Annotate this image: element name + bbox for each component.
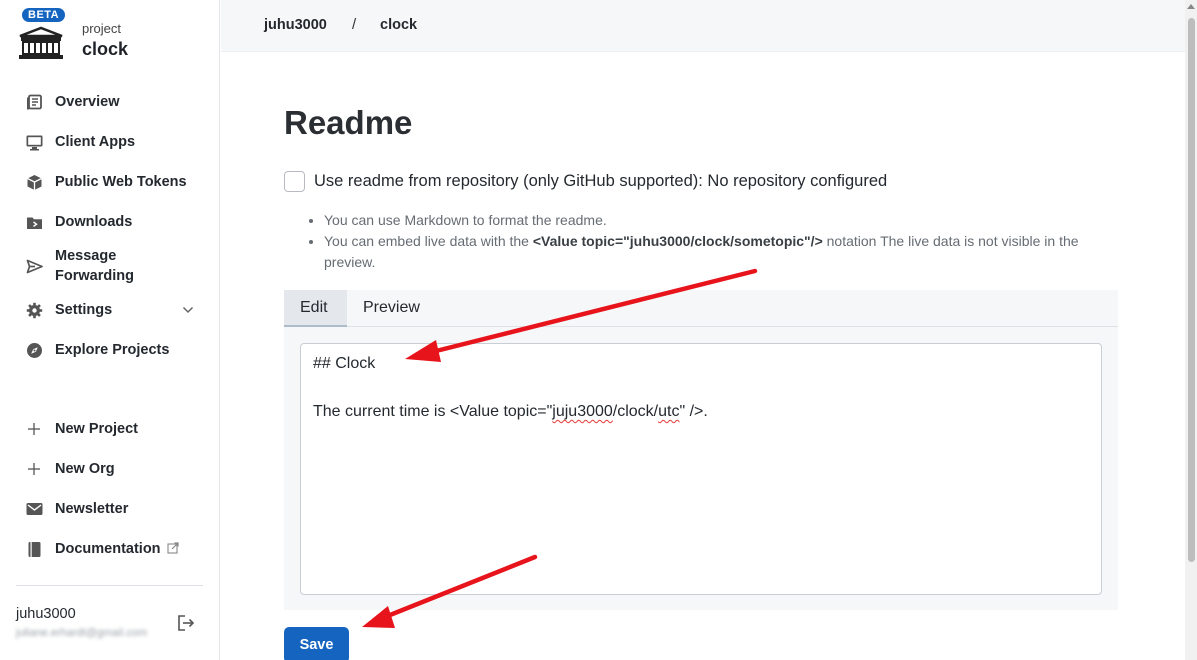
logout-icon[interactable] xyxy=(176,614,198,634)
page-scrollbar[interactable] xyxy=(1185,0,1197,660)
hint-live-data: You can embed live data with the <Value … xyxy=(324,231,1116,273)
readme-textarea[interactable]: ## Clock The current time is <Value topi… xyxy=(300,343,1102,595)
sidebar-item-client-apps[interactable]: Client Apps xyxy=(16,122,204,162)
sidebar-item-label: Public Web Tokens xyxy=(55,174,187,190)
sidebar-item-label: New Org xyxy=(55,461,115,477)
scroll-up-arrow-icon[interactable] xyxy=(1187,4,1195,9)
send-icon xyxy=(25,257,43,275)
hint-text: You can embed live data with the xyxy=(324,233,533,249)
save-button[interactable]: Save xyxy=(284,627,349,660)
breadcrumb-project[interactable]: clock xyxy=(380,17,417,33)
sidebar-item-newsletter[interactable]: Newsletter xyxy=(16,489,204,529)
hint-text: You can use Markdown to format the readm… xyxy=(324,212,607,228)
use-repo-readme-checkbox[interactable] xyxy=(284,171,305,192)
hint-markdown: You can use Markdown to format the readm… xyxy=(324,210,1116,231)
tab-preview[interactable]: Preview xyxy=(347,290,436,327)
sidebar-item-label: Newsletter xyxy=(55,501,129,517)
sidebar-item-message-forwarding[interactable]: Message Forwarding xyxy=(16,242,204,290)
sidebar-secondary-nav: New Project New Org Newsletter Documenta… xyxy=(16,409,204,569)
sidebar-item-label: Documentation xyxy=(55,541,161,557)
sidebar-item-label: Explore Projects xyxy=(55,342,170,358)
sidebar-item-label: Downloads xyxy=(55,214,133,230)
tab-edit[interactable]: Edit xyxy=(284,290,347,327)
gear-icon xyxy=(25,301,43,319)
readme-hints: You can use Markdown to format the readm… xyxy=(306,210,1116,273)
readme-editor-panel: Edit Preview ## Clock The current time i… xyxy=(284,290,1118,610)
plus-icon xyxy=(25,460,43,478)
app: BETA project clock Overview Client Apps … xyxy=(0,0,1197,660)
sidebar-item-overview[interactable]: Overview xyxy=(16,82,204,122)
plus-icon xyxy=(25,420,43,438)
editor-text: " />. xyxy=(679,403,708,420)
folder-icon xyxy=(25,213,43,231)
sidebar-item-new-project[interactable]: New Project xyxy=(16,409,204,449)
sidebar-item-label: Overview xyxy=(55,94,120,110)
sidebar-item-label: New Project xyxy=(55,421,138,437)
book-closed-icon xyxy=(25,540,43,558)
external-link-icon xyxy=(166,541,179,557)
mail-icon xyxy=(25,500,43,518)
project-kicker: project xyxy=(82,21,122,36)
use-repo-readme-label[interactable]: Use readme from repository (only GitHub … xyxy=(314,172,887,191)
sidebar-item-settings[interactable]: Settings xyxy=(16,290,204,330)
misspelled-word: utc xyxy=(658,403,680,420)
monitor-icon xyxy=(25,133,43,151)
editor-line: ## Clock xyxy=(313,355,376,372)
sidebar-item-public-web-tokens[interactable]: Public Web Tokens xyxy=(16,162,204,202)
editor-text: The current time is <Value topic=" xyxy=(313,403,553,420)
misspelled-word: juju3000 xyxy=(552,403,613,420)
page-title: Readme xyxy=(284,104,413,141)
breadcrumb-org[interactable]: juhu3000 xyxy=(264,17,327,33)
sidebar-item-label: Settings xyxy=(55,302,113,318)
sidebar-item-documentation[interactable]: Documentation xyxy=(16,529,204,569)
sidebar-item-new-org[interactable]: New Org xyxy=(16,449,204,489)
editor-tabs: Edit Preview xyxy=(284,290,1118,327)
sidebar-item-downloads[interactable]: Downloads xyxy=(16,202,204,242)
editor-text: /clock/ xyxy=(612,403,659,420)
book-icon xyxy=(25,93,43,111)
breadcrumb: juhu3000 / clock xyxy=(221,0,1185,52)
breadcrumb-separator: / xyxy=(352,16,357,33)
sidebar: BETA project clock Overview Client Apps … xyxy=(0,0,220,660)
hint-code: <Value topic="juhu3000/clock/sometopic"/… xyxy=(532,233,823,249)
project-brand[interactable]: BETA project clock xyxy=(16,8,206,68)
compass-icon xyxy=(25,341,43,359)
editor-line-empty xyxy=(313,376,1089,400)
editor-line: The current time is <Value topic="juju30… xyxy=(313,400,1089,424)
beta-badge: BETA xyxy=(22,8,66,22)
sidebar-item-label: Client Apps xyxy=(55,134,136,150)
building-logo-icon xyxy=(19,26,63,59)
chevron-down-icon[interactable] xyxy=(182,303,194,317)
sidebar-divider xyxy=(16,585,203,586)
scroll-thumb[interactable] xyxy=(1188,18,1195,562)
sidebar-item-explore-projects[interactable]: Explore Projects xyxy=(16,330,204,370)
sidebar-nav: Overview Client Apps Public Web Tokens D… xyxy=(16,82,204,370)
sidebar-item-label: Message Forwarding xyxy=(55,248,134,284)
cube-icon xyxy=(25,173,43,191)
project-title: clock xyxy=(82,39,129,59)
